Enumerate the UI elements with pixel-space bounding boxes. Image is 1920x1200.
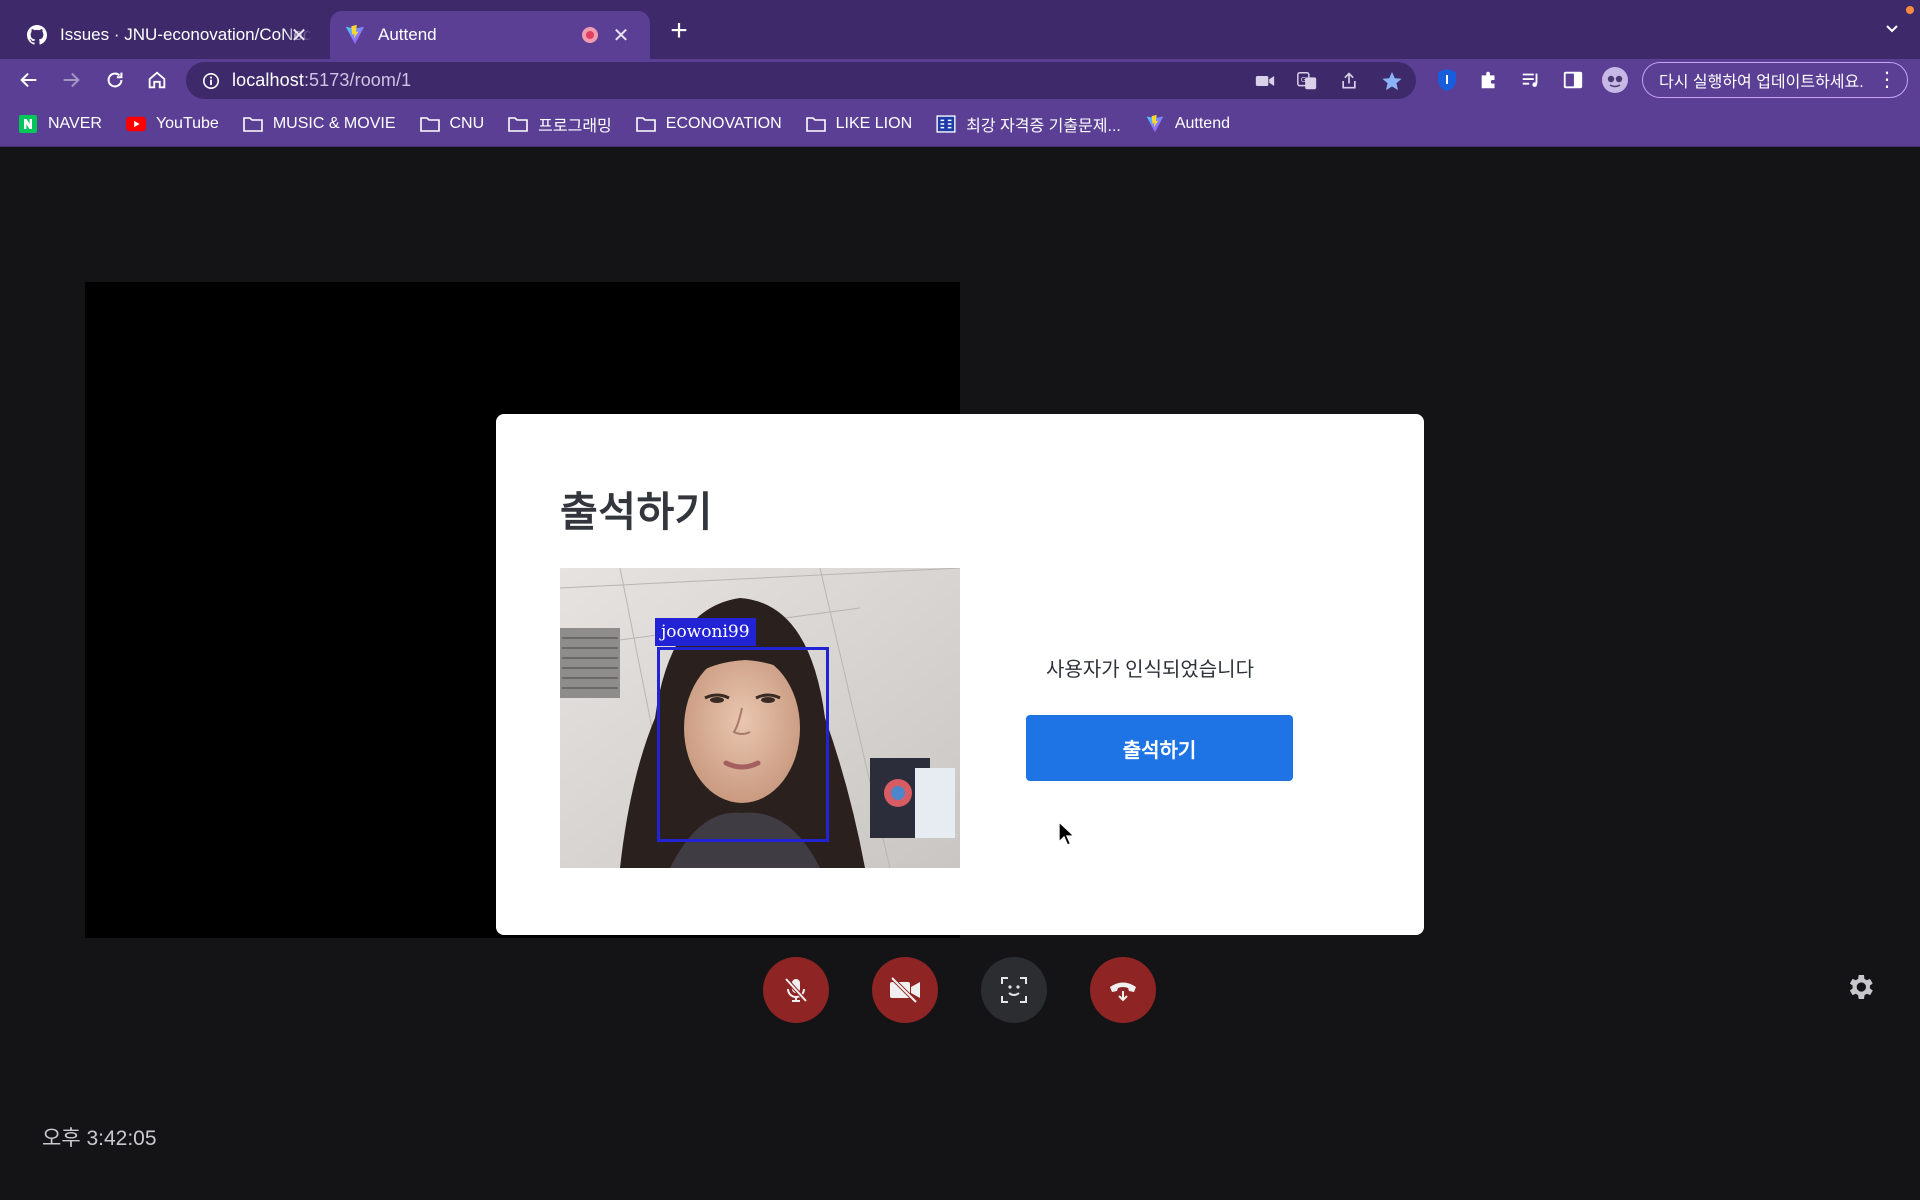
recognition-status: 사용자가 인식되었습니다 xyxy=(1046,659,1254,681)
bookmark-label: YouTube xyxy=(155,114,219,132)
profile-avatar[interactable] xyxy=(1598,63,1632,97)
camera-in-use-icon[interactable] xyxy=(1252,68,1278,94)
new-tab-button[interactable]: + xyxy=(664,16,694,46)
mouse-cursor-icon xyxy=(1058,821,1076,846)
url-host: localhost xyxy=(232,70,304,90)
home-icon xyxy=(148,71,166,89)
bookmark-label: NAVER xyxy=(48,114,102,132)
share-icon[interactable] xyxy=(1336,68,1362,94)
tab-search-chevron-icon[interactable] xyxy=(1882,20,1902,40)
bookmark-star-icon[interactable] xyxy=(1379,68,1405,94)
recording-indicator-icon xyxy=(582,27,598,43)
youtube-icon xyxy=(125,114,146,134)
webcam-preview: joowoni99 xyxy=(560,568,960,868)
vite-icon xyxy=(344,24,366,46)
bookmark-exam-site[interactable]: 최강 자격증 기출문제... xyxy=(936,108,1129,140)
notification-dot xyxy=(1906,6,1914,14)
bookmark-label: 프로그래밍 xyxy=(538,117,612,135)
svg-text:G: G xyxy=(1301,75,1307,84)
bookmark-auttend[interactable]: Auttend xyxy=(1145,108,1238,140)
modal-title: 출석하기 xyxy=(560,489,713,535)
close-tab-icon[interactable]: ✕ xyxy=(610,24,632,47)
home-button[interactable] xyxy=(140,63,174,97)
hang-up-icon xyxy=(1110,982,1136,1002)
github-icon xyxy=(26,24,48,46)
relaunch-update-button[interactable]: 다시 실행하여 업데이트하세요. ⋮ xyxy=(1642,62,1908,98)
back-button[interactable] xyxy=(12,63,46,97)
browser-toolbar: localhost:5173/room/1 G 다시 실행하여 업데이트하세요.… xyxy=(0,59,1920,101)
bookmark-folder-like-lion[interactable]: LIKE LION xyxy=(805,108,920,140)
face-scan-icon xyxy=(1001,977,1027,1003)
bookmark-folder-econovation[interactable]: ECONOVATION xyxy=(635,108,790,140)
side-panel-icon[interactable] xyxy=(1556,63,1590,97)
bookmark-youtube[interactable]: YouTube xyxy=(125,108,227,140)
close-tab-icon[interactable]: ✕ xyxy=(288,24,310,47)
reload-icon xyxy=(107,72,123,88)
tab-github-issues[interactable]: Issues · JNU-econovation/CoNect ✕ xyxy=(0,11,328,59)
reload-button[interactable] xyxy=(98,63,132,97)
gear-icon xyxy=(1849,975,1873,999)
meeting-room-page: 출석하기 joowoni99 사용자가 인식되었습니다 출석하기 오후 3:42… xyxy=(0,147,1920,1200)
tab-title: Issues · JNU-econovation/CoNect xyxy=(60,25,312,44)
arrow-left-icon xyxy=(20,72,37,88)
bookmark-label: CNU xyxy=(449,114,485,132)
gsc-icon xyxy=(936,114,956,134)
folder-icon xyxy=(805,114,826,134)
settings-button[interactable] xyxy=(1843,970,1877,1004)
bookmark-folder-music-movie[interactable]: MUSIC & MOVIE xyxy=(243,108,404,140)
leave-call-button[interactable] xyxy=(1090,957,1156,1023)
translate-icon[interactable]: G xyxy=(1294,68,1320,94)
camera-off-button[interactable] xyxy=(872,957,938,1023)
update-label: 다시 실행하여 업데이트하세요. xyxy=(1659,74,1864,91)
attendance-face-scan-button[interactable] xyxy=(981,957,1047,1023)
bookmark-naver[interactable]: NAVER xyxy=(18,108,110,140)
address-bar[interactable]: localhost:5173/room/1 G xyxy=(186,62,1416,99)
forward-button[interactable] xyxy=(54,63,88,97)
arrow-right-icon xyxy=(63,72,80,88)
folder-icon xyxy=(635,114,656,134)
bookmark-label: MUSIC & MOVIE xyxy=(272,114,396,132)
attend-button[interactable]: 출석하기 xyxy=(1026,715,1293,781)
bookmarks-bar: NAVER YouTube MUSIC & MOVIE CNU 프로그래밍 EC… xyxy=(0,101,1920,147)
clock: 오후 3:42:05 xyxy=(42,1127,157,1150)
bookmark-label: ECONOVATION xyxy=(665,114,782,132)
more-menu-icon[interactable]: ⋮ xyxy=(1877,69,1897,91)
folder-icon xyxy=(508,114,528,134)
tab-strip: Issues · JNU-econovation/CoNect ✕ Autten… xyxy=(0,0,1920,59)
face-detection-box xyxy=(657,647,829,842)
camera-off-icon xyxy=(890,976,920,1004)
bookmark-label: LIKE LION xyxy=(835,114,913,132)
site-info-icon[interactable] xyxy=(200,70,222,92)
bookmark-folder-programming[interactable]: 프로그래밍 xyxy=(508,108,620,140)
bookmark-folder-cnu[interactable]: CNU xyxy=(419,108,493,140)
url-text[interactable]: localhost:5173/room/1 xyxy=(232,70,411,91)
mute-mic-button[interactable] xyxy=(763,957,829,1023)
mic-off-icon xyxy=(784,977,808,1003)
folder-icon xyxy=(419,114,440,134)
password-manager-extension-icon[interactable] xyxy=(1430,63,1464,97)
face-detection-label: joowoni99 xyxy=(655,618,756,646)
url-path: :5173/room/1 xyxy=(303,70,412,90)
extensions-puzzle-icon[interactable] xyxy=(1472,63,1506,97)
media-queue-icon[interactable] xyxy=(1514,63,1548,97)
attendance-modal: 출석하기 joowoni99 사용자가 인식되었습니다 출석하기 xyxy=(496,414,1424,935)
bookmark-label: 최강 자격증 기출문제... xyxy=(966,117,1121,135)
tab-title: Auttend xyxy=(378,25,437,44)
bookmark-label: Auttend xyxy=(1174,114,1230,132)
folder-icon xyxy=(243,114,263,134)
tab-auttend[interactable]: Auttend ✕ xyxy=(330,11,650,59)
vite-icon xyxy=(1145,114,1165,134)
naver-icon xyxy=(18,114,38,134)
